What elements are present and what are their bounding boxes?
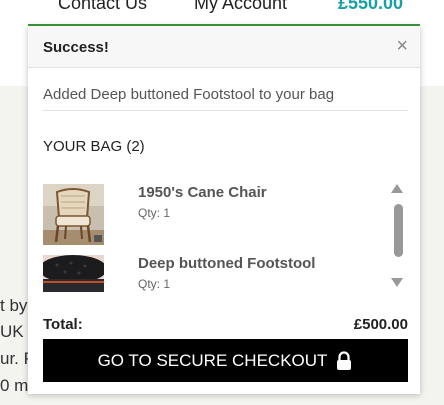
top-navigation: Contact Us My Account £550.00 [0, 0, 444, 26]
popup-header: Success! × [28, 26, 420, 68]
nav-contact-link[interactable]: Contact Us [58, 0, 147, 14]
background-text: t by [0, 296, 28, 315]
item-quantity: Qty: 1 [138, 277, 171, 291]
lock-icon [335, 350, 353, 371]
bag-item[interactable]: Deep buttoned Footstool Qty: 1 [43, 255, 383, 292]
footstool-image [43, 255, 104, 292]
nav-account-link[interactable]: My Account [194, 0, 287, 14]
checkout-button-label: GO TO SECURE CHECKOUT [97, 350, 328, 370]
scrollbar-thumb[interactable] [394, 204, 403, 257]
nav-bag-total[interactable]: £550.00 [338, 0, 403, 14]
total-value: £500.00 [353, 316, 408, 333]
total-label: Total: [43, 316, 83, 333]
success-message: Added Deep buttoned Footstool to your ba… [43, 86, 335, 103]
divider [43, 110, 408, 111]
bag-popup: Success! × Added Deep buttoned Footstool… [28, 26, 420, 394]
cane-chair-image [43, 184, 104, 245]
item-quantity: Qty: 1 [138, 206, 171, 220]
secure-checkout-button[interactable]: GO TO SECURE CHECKOUT [43, 339, 408, 382]
background-text: 0 m [0, 376, 29, 395]
scroll-down-arrow-icon[interactable] [391, 278, 403, 287]
bag-item[interactable]: 1950's Cane Chair Qty: 1 [43, 184, 383, 246]
bag-heading: YOUR BAG (2) [43, 138, 145, 155]
item-name: Deep buttoned Footstool [138, 255, 316, 272]
scroll-up-arrow-icon[interactable] [391, 184, 403, 193]
background-text: UK [0, 322, 24, 341]
item-name: 1950's Cane Chair [138, 184, 267, 201]
close-icon[interactable]: × [396, 36, 408, 56]
popup-title: Success! [43, 39, 109, 56]
